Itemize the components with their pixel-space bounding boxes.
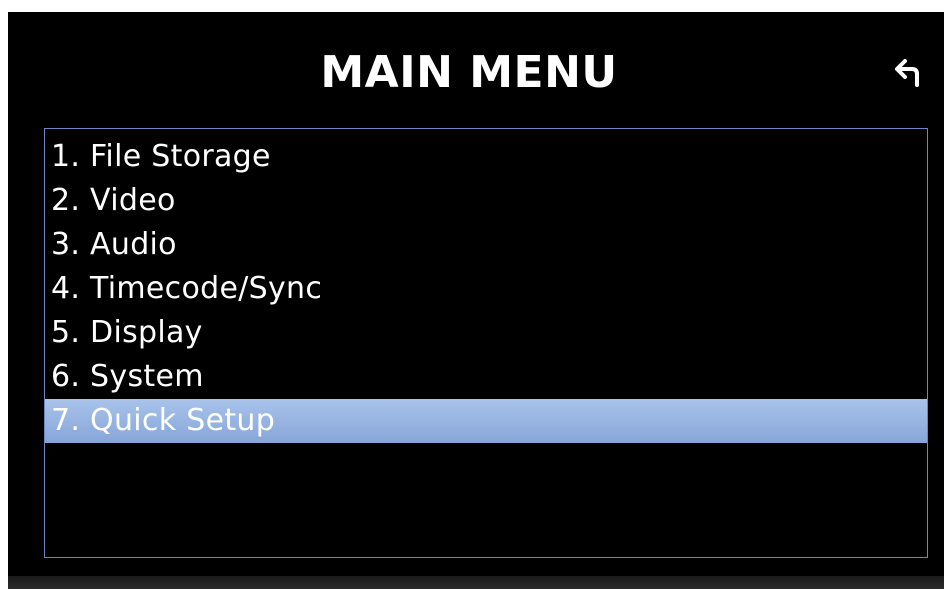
menu-item-label: 1. File Storage [51, 139, 271, 174]
menu-item-label: 7. Quick Setup [51, 403, 276, 438]
main-menu-list: 1. File Storage 2. Video 3. Audio 4. Tim… [44, 128, 928, 558]
menu-item-video[interactable]: 2. Video [45, 179, 927, 223]
page-title: MAIN MENU [320, 47, 618, 98]
menu-item-timecode-sync[interactable]: 4. Timecode/Sync [45, 267, 927, 311]
menu-item-audio[interactable]: 3. Audio [45, 223, 927, 267]
menu-item-display[interactable]: 5. Display [45, 311, 927, 355]
return-arrow-icon[interactable] [892, 56, 926, 90]
screen-bezel [8, 576, 944, 589]
menu-item-file-storage[interactable]: 1. File Storage [45, 135, 927, 179]
menu-item-label: 6. System [51, 359, 204, 394]
menu-item-label: 4. Timecode/Sync [51, 271, 323, 306]
device-screen: MAIN MENU 1. File Storage 2. Video 3. Au… [8, 12, 944, 580]
menu-item-label: 5. Display [51, 315, 203, 350]
menu-item-label: 2. Video [51, 183, 176, 218]
menu-item-label: 3. Audio [51, 227, 177, 262]
menu-item-quick-setup[interactable]: 7. Quick Setup [45, 399, 927, 443]
menu-item-system[interactable]: 6. System [45, 355, 927, 399]
